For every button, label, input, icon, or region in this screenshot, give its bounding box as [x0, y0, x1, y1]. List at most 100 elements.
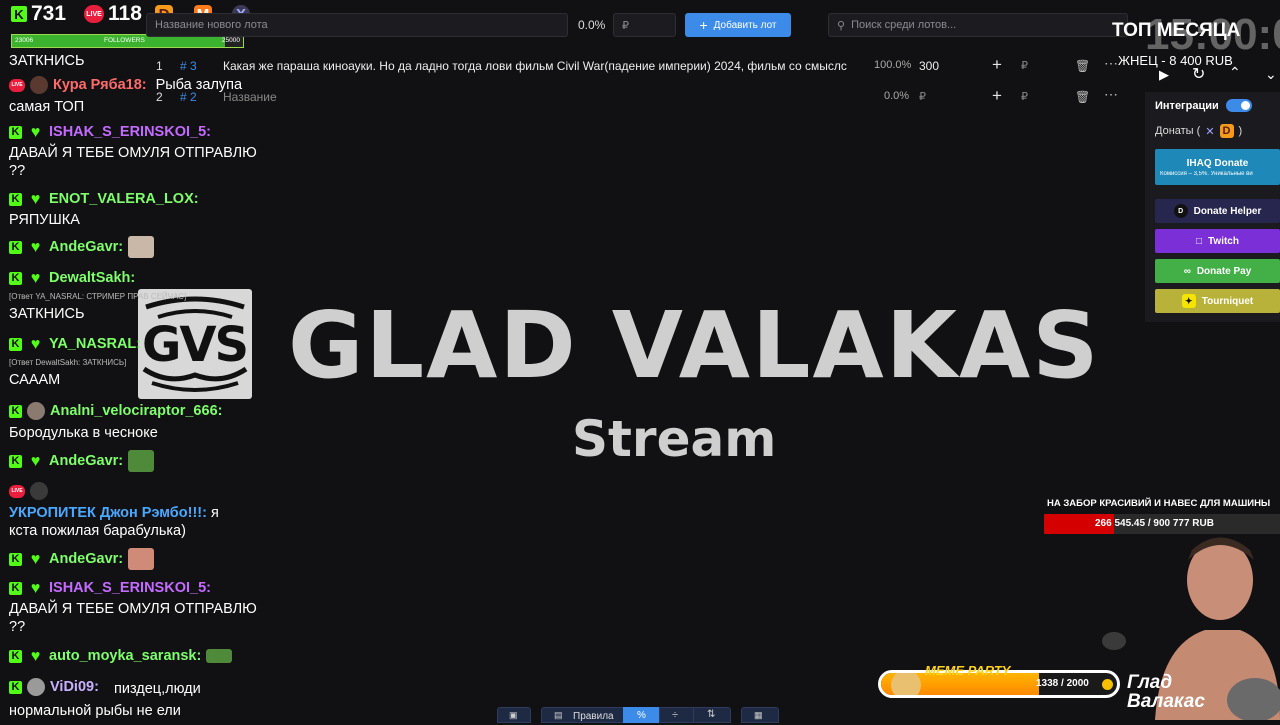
- new-lot-placeholder: Название нового лота: [155, 19, 268, 31]
- chat-username[interactable]: YA_NASRAL:: [49, 336, 141, 352]
- chat-message-text: ДАВАЙ Я ТЕБЕ ОМУЛЯ ОТПРАВЛЮ ??: [9, 145, 257, 179]
- ihaq-donate-sub: Комиссия – 3,5%. Уникальные ви: [1160, 170, 1253, 177]
- chat-message: K ViDi09: пиздец,люди нормальной рыбы не…: [9, 678, 279, 719]
- twitch-icon: □: [1196, 235, 1203, 247]
- chat-username[interactable]: AndeGavr:: [49, 551, 123, 567]
- avatar: [27, 402, 45, 420]
- history-button[interactable]: ▦: [741, 707, 779, 723]
- ruble-icon: ₽: [919, 91, 926, 103]
- sort-button[interactable]: ⇅: [693, 707, 731, 723]
- chat-username[interactable]: AndeGavr:: [49, 453, 123, 469]
- donations-row: Донаты ( ✕ D ): [1155, 124, 1242, 138]
- face-emote: [128, 548, 155, 570]
- subscriber-heart-icon: ♥: [30, 550, 41, 568]
- chat-message: K ♥ YA_NASRAL: [Ответ DewaltSakh: ЗАТКНИ…: [9, 336, 279, 389]
- kick-icon: K: [9, 552, 22, 566]
- donate-helper-label: Donate Helper: [1193, 205, 1262, 217]
- chat-username[interactable]: Analni_velociraptor_666:: [50, 403, 222, 419]
- ihaq-donate-label: IHAQ Donate: [1186, 157, 1249, 169]
- goal-progress-bar: 266 545.45 / 900 777 RUB: [1044, 514, 1280, 534]
- lot-name[interactable]: Какая же параша киноауки. Но да ладно то…: [223, 59, 853, 73]
- percent-mode-button[interactable]: %: [623, 707, 661, 723]
- add-amount-icon[interactable]: +: [992, 86, 1002, 106]
- cat-emote: [128, 236, 155, 258]
- donations-close: ): [1238, 125, 1243, 137]
- chat-username[interactable]: Кура Ряба18:: [53, 77, 147, 93]
- meme-party-title: MEME PARTY: [925, 663, 1011, 678]
- add-lot-button[interactable]: + Добавить лот: [685, 13, 791, 37]
- trash-icon[interactable]: 🗑: [1075, 90, 1090, 104]
- pepe-emote: [128, 450, 155, 472]
- streamer-name: Глад Валакас: [1127, 672, 1205, 712]
- kick-icon: K: [9, 125, 22, 139]
- chat-username[interactable]: ENOT_VALERA_LOX:: [49, 191, 199, 207]
- chat-username[interactable]: ISHAK_S_ERINSKOI_5:: [49, 124, 211, 140]
- ihaq-donate-button[interactable]: IHAQ Donate Комиссия – 3,5%. Уникальные …: [1155, 149, 1280, 185]
- chat-message-text: СААAM: [9, 372, 61, 388]
- save-button[interactable]: ▣: [497, 707, 531, 723]
- chat-reply-quote: [Ответ YA_NASRAL: СТРИМЕР ПРАВ СЕЙЧАС]: [9, 292, 187, 301]
- kick-icon: K: [9, 240, 22, 254]
- sort-icon: ⇅: [707, 709, 716, 720]
- chat-message-text: пиздец,люди нормальной рыбы не ели: [9, 681, 201, 719]
- chat-message: K ♥ ISHAK_S_ERINSKOI_5: ДАВАЙ Я ТЕБЕ ОМУ…: [9, 124, 279, 180]
- lot-amount[interactable]: 300: [919, 59, 939, 73]
- subscriber-heart-icon: ♥: [30, 335, 41, 353]
- top-month-entry: ЖНЕЦ - 8 400 RUB: [1118, 53, 1233, 68]
- integrations-toggle[interactable]: [1226, 99, 1252, 112]
- tourniquet-button[interactable]: ✦ Tourniquet: [1155, 289, 1280, 313]
- avatar: [30, 76, 48, 94]
- subscriber-heart-icon: ♥: [30, 123, 41, 141]
- coin-icon: [1102, 679, 1113, 690]
- donationalerts-icon: D: [1219, 124, 1234, 138]
- lot-row[interactable]: 2 # 2 Название 0.0% ₽ + ₽ 🗑 ⋯: [146, 83, 1126, 112]
- plus-icon: +: [699, 17, 708, 33]
- kick-icon: K: [11, 6, 27, 22]
- split-button[interactable]: ÷: [659, 707, 695, 723]
- chat-message: K Analni_velociraptor_666: Бородулька в …: [9, 402, 279, 442]
- rules-button[interactable]: ▤ Правила: [541, 707, 625, 723]
- chevron-down-icon[interactable]: ⌄: [1265, 66, 1277, 83]
- chat-username[interactable]: AndeGavr:: [49, 239, 123, 255]
- donate-pay-button[interactable]: ∞ Donate Pay: [1155, 259, 1280, 283]
- kick-icon: K: [9, 337, 22, 351]
- kick-icon: K: [9, 649, 22, 663]
- kick-icon: K: [9, 192, 22, 206]
- kick-viewer-count: 731: [31, 2, 67, 25]
- kick-icon: K: [9, 581, 22, 595]
- toggle-knob: [1241, 101, 1250, 110]
- search-icon: ⚲: [837, 19, 846, 32]
- play-icon[interactable]: ▶: [1159, 67, 1169, 83]
- goal-value: 266 545.45 / 900 777 RUB: [1095, 518, 1214, 529]
- chat-username[interactable]: DewaltSakh:: [49, 270, 135, 286]
- top-month-title: ТОП МЕСЯЦА: [1112, 20, 1241, 41]
- add-amount-icon[interactable]: +: [992, 55, 1002, 75]
- lot-search-input[interactable]: ⚲ Поиск среди лотов...: [828, 13, 1128, 37]
- rules-label: Правила: [573, 711, 614, 722]
- chat-message-line: УКРОПИТЕК Джон Рэмбо!!!: я кста пожилая …: [9, 504, 229, 540]
- twitch-button[interactable]: □ Twitch: [1155, 229, 1280, 253]
- chat-message-text: ЗАТКНИСЬ: [9, 53, 85, 69]
- donate-helper-button[interactable]: D Donate Helper: [1155, 199, 1280, 223]
- refresh-icon[interactable]: ↻: [1192, 64, 1205, 84]
- chat-username[interactable]: auto_moyka_saransk:: [49, 648, 201, 664]
- subscriber-heart-icon: ♥: [30, 190, 41, 208]
- trash-icon[interactable]: 🗑: [1075, 59, 1090, 73]
- kick-icon: K: [9, 404, 22, 418]
- more-icon[interactable]: ⋯: [1104, 86, 1118, 103]
- chat-message-text: ДАВАЙ Я ТЕБЕ ОМУЛЯ ОТПРАВЛЮ ??: [9, 601, 257, 635]
- ruble-icon: ₽: [1021, 60, 1028, 72]
- subscriber-heart-icon: ♥: [30, 647, 41, 665]
- stream-title: GLAD VALAKAS: [288, 292, 1101, 399]
- lot-row[interactable]: 1 # 3 Какая же параша киноауки. Но да ла…: [146, 52, 1126, 81]
- new-lot-amount-input[interactable]: ₽: [613, 13, 676, 37]
- vk-live-icon: LIVE: [84, 5, 104, 23]
- chevron-up-icon[interactable]: ⌃: [1229, 64, 1241, 81]
- chat-message-text: самая ТОП: [9, 99, 85, 115]
- more-icon[interactable]: ⋯: [1104, 55, 1118, 72]
- chat-username[interactable]: ISHAK_S_ERINSKOI_5:: [49, 580, 211, 596]
- stream-subtitle: Stream: [572, 410, 777, 468]
- add-lot-label: Добавить лот: [713, 19, 777, 31]
- chat-username[interactable]: УКРОПИТЕК Джон Рэмбо!!!:: [9, 505, 207, 521]
- new-lot-input[interactable]: Название нового лота: [146, 13, 568, 37]
